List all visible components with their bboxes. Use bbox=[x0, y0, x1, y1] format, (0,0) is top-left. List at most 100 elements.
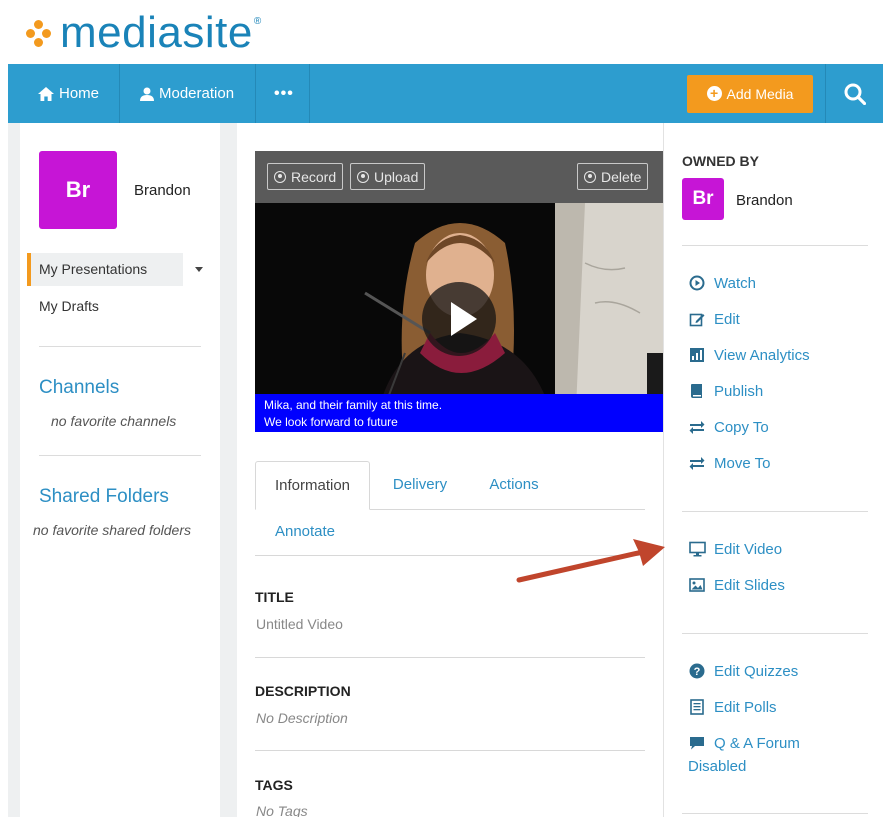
user-name: Brandon bbox=[134, 182, 191, 199]
channels-heading[interactable]: Channels bbox=[39, 377, 119, 399]
divider bbox=[682, 245, 868, 246]
record-icon bbox=[274, 170, 286, 183]
mediasite-logo[interactable]: mediasite ® bbox=[22, 8, 261, 58]
video-caption: Mika, and their family at this time. We … bbox=[255, 394, 663, 432]
comment-icon bbox=[690, 737, 704, 750]
user-icon bbox=[140, 87, 154, 101]
edit-quizzes-label: Edit Quizzes bbox=[714, 662, 799, 680]
page-gutter bbox=[8, 123, 20, 817]
user-avatar[interactable]: Br bbox=[39, 151, 117, 229]
image-icon bbox=[689, 578, 705, 592]
top-navbar: Home Moderation ••• + Add Media bbox=[8, 64, 883, 123]
pencil-square-icon bbox=[689, 313, 705, 327]
record-button[interactable]: Record bbox=[267, 163, 344, 190]
title-label: TITLE bbox=[255, 589, 294, 605]
description-label: DESCRIPTION bbox=[255, 683, 351, 699]
video-player[interactable]: Record Upload Delete Mika, and their fam… bbox=[255, 151, 663, 432]
divider bbox=[682, 813, 868, 814]
view-analytics-label: View Analytics bbox=[714, 346, 810, 364]
analytics-icon bbox=[690, 348, 704, 362]
qa-forum-action[interactable]: Q & A Forum bbox=[688, 734, 800, 752]
divider bbox=[255, 750, 645, 751]
nav-home-label: Home bbox=[59, 85, 100, 102]
tags-label: TAGS bbox=[255, 777, 293, 793]
exchange-icon bbox=[689, 457, 705, 470]
list-icon bbox=[690, 699, 704, 715]
search-icon bbox=[844, 83, 866, 105]
caption-line-1: Mika, and their family at this time. bbox=[264, 398, 443, 412]
owned-by-label: OWNED BY bbox=[682, 153, 759, 169]
sidebar-item-my-drafts[interactable]: My Drafts bbox=[39, 298, 99, 314]
view-analytics-action[interactable]: View Analytics bbox=[688, 346, 810, 364]
move-to-action[interactable]: Move To bbox=[688, 454, 770, 472]
divider bbox=[682, 511, 868, 512]
publish-label: Publish bbox=[714, 382, 764, 400]
logo-trademark: ® bbox=[253, 16, 262, 27]
add-media-label: Add Media bbox=[726, 85, 794, 102]
divider bbox=[255, 657, 645, 658]
owner-avatar[interactable]: Br bbox=[682, 178, 724, 220]
nav-moderation-label: Moderation bbox=[159, 85, 235, 102]
edit-video-label: Edit Video bbox=[714, 540, 783, 558]
delete-icon bbox=[584, 170, 596, 183]
shared-folders-empty-text: no favorite shared folders bbox=[33, 522, 191, 538]
nav-more[interactable]: ••• bbox=[256, 64, 310, 123]
move-to-label: Move To bbox=[714, 454, 771, 472]
tab-annotate[interactable]: Annotate bbox=[262, 509, 348, 555]
nav-moderation[interactable]: Moderation bbox=[120, 64, 256, 123]
upload-icon bbox=[357, 170, 369, 183]
publish-action[interactable]: Publish bbox=[688, 382, 763, 400]
caret-down-icon[interactable] bbox=[195, 267, 203, 272]
detail-tabs: Information Delivery Actions bbox=[255, 461, 645, 510]
tab-delivery[interactable]: Delivery bbox=[380, 461, 460, 510]
watch-label: Watch bbox=[714, 274, 756, 292]
shared-folders-heading[interactable]: Shared Folders bbox=[39, 486, 169, 508]
question-circle-icon: ? bbox=[689, 663, 705, 679]
edit-slides-label: Edit Slides bbox=[714, 576, 785, 594]
divider bbox=[39, 455, 201, 456]
upload-button[interactable]: Upload bbox=[350, 163, 426, 190]
watch-action[interactable]: Watch bbox=[688, 274, 756, 292]
copy-to-action[interactable]: Copy To bbox=[688, 418, 769, 436]
tags-value: No Tags bbox=[256, 803, 308, 817]
play-button[interactable] bbox=[422, 282, 496, 356]
copy-to-label: Copy To bbox=[714, 418, 769, 436]
delete-label: Delete bbox=[601, 168, 642, 185]
page: mediasite ® Home Moderation ••• + Add Me… bbox=[0, 0, 883, 817]
logo-text: mediasite bbox=[60, 8, 253, 57]
tab-actions[interactable]: Actions bbox=[475, 461, 553, 510]
search-button[interactable] bbox=[825, 64, 883, 123]
title-value: Untitled Video bbox=[256, 616, 343, 632]
edit-polls-action[interactable]: Edit Polls bbox=[688, 698, 777, 716]
exchange-icon bbox=[689, 421, 705, 434]
divider bbox=[39, 346, 201, 347]
owner-name: Brandon bbox=[736, 192, 793, 209]
more-icon: ••• bbox=[274, 84, 294, 102]
plus-circle-icon: + bbox=[706, 86, 722, 101]
right-panel-divider bbox=[663, 123, 664, 817]
nav-home[interactable]: Home bbox=[8, 64, 120, 123]
tab-information[interactable]: Information bbox=[255, 461, 370, 510]
sidebar-separator bbox=[220, 123, 237, 817]
upload-label: Upload bbox=[374, 168, 419, 185]
qa-forum-status: Disabled bbox=[688, 758, 747, 775]
record-label: Record bbox=[291, 168, 337, 185]
tab-row-rule bbox=[370, 509, 645, 510]
description-value: No Description bbox=[256, 710, 348, 726]
edit-action[interactable]: Edit bbox=[688, 310, 740, 328]
edit-video-action[interactable]: Edit Video bbox=[688, 540, 782, 558]
edit-label: Edit bbox=[714, 310, 740, 328]
edit-quizzes-action[interactable]: ? Edit Quizzes bbox=[688, 662, 798, 680]
edit-polls-label: Edit Polls bbox=[714, 698, 777, 716]
edit-slides-action[interactable]: Edit Slides bbox=[688, 576, 785, 594]
annotation-arrow bbox=[516, 539, 665, 583]
add-media-button[interactable]: + Add Media bbox=[687, 74, 813, 113]
book-icon bbox=[691, 384, 702, 398]
home-icon bbox=[38, 86, 54, 101]
monitor-icon bbox=[688, 541, 706, 557]
play-circle-icon bbox=[689, 275, 705, 291]
sidebar-item-my-presentations[interactable]: My Presentations bbox=[27, 253, 183, 286]
delete-button[interactable]: Delete bbox=[577, 163, 649, 190]
logo-dots-icon bbox=[22, 16, 56, 50]
